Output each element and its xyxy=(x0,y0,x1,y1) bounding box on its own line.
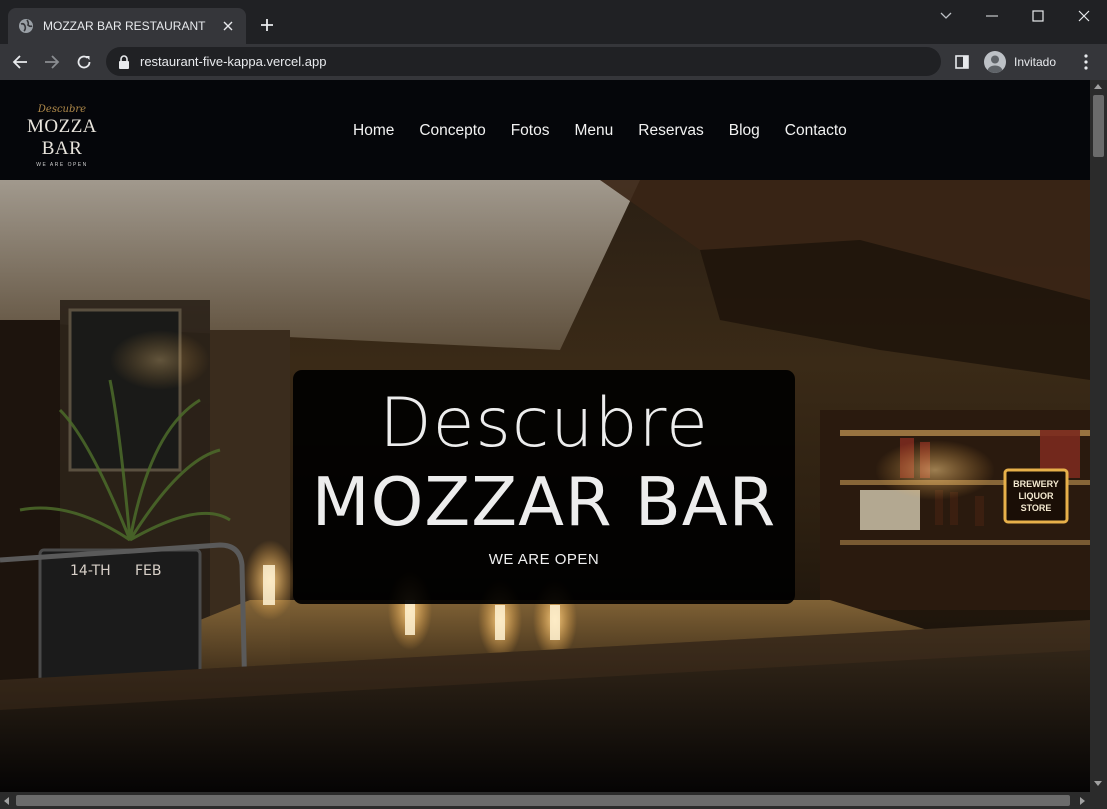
plus-icon xyxy=(261,19,273,31)
browser-tab[interactable]: MOZZAR BAR RESTAURANT xyxy=(8,8,246,44)
avatar-icon xyxy=(984,50,1006,73)
nav-fotos[interactable]: Fotos xyxy=(511,120,550,142)
reload-icon xyxy=(77,55,91,69)
nav-blog[interactable]: Blog xyxy=(729,120,760,142)
tab-title: MOZZAR BAR RESTAURANT xyxy=(43,19,206,33)
browser-menu-button[interactable] xyxy=(1076,50,1096,74)
side-panel-button[interactable] xyxy=(952,52,972,72)
sign-text-brewery: BREWERY xyxy=(1013,479,1059,489)
vertical-scroll-thumb[interactable] xyxy=(1093,95,1104,157)
profile-label: Invitado xyxy=(1014,54,1057,69)
sign-text-liquor: LIQUOR xyxy=(1019,491,1054,501)
main-nav: Home Concepto Fotos Menu Reservas Blog C… xyxy=(353,120,872,142)
globe-icon xyxy=(19,19,33,33)
nav-concepto[interactable]: Concepto xyxy=(419,120,485,142)
minimize-button[interactable] xyxy=(980,6,1004,26)
maximize-button[interactable] xyxy=(1026,6,1050,26)
nav-contacto[interactable]: Contacto xyxy=(785,120,847,142)
address-bar[interactable]: restaurant-five-kappa.vercel.app xyxy=(106,47,941,76)
nav-home[interactable]: Home xyxy=(353,120,394,142)
logo-sub-text: WE ARE OPEN xyxy=(36,162,88,168)
scroll-left-arrow-icon[interactable] xyxy=(4,797,9,805)
hero-title-line2: MOZZAR BAR xyxy=(311,463,777,541)
tab-search-button[interactable] xyxy=(934,6,958,26)
new-tab-button[interactable] xyxy=(256,14,278,36)
scroll-up-arrow-icon[interactable] xyxy=(1094,84,1102,89)
maximize-icon xyxy=(1032,10,1044,22)
arrow-right-icon xyxy=(45,55,60,69)
nav-menu[interactable]: Menu xyxy=(574,120,613,142)
chalkboard-text-month: FEB xyxy=(135,563,162,579)
hero-tagline: WE ARE OPEN xyxy=(488,551,600,568)
hero-title-line1: Descubre xyxy=(379,384,709,463)
close-icon xyxy=(1078,10,1090,22)
back-button[interactable] xyxy=(7,49,33,75)
reload-button[interactable] xyxy=(71,49,97,75)
url-text[interactable]: restaurant-five-kappa.vercel.app xyxy=(140,54,326,69)
scroll-right-arrow-icon[interactable] xyxy=(1080,797,1085,805)
close-window-button[interactable] xyxy=(1072,6,1096,26)
scrollbar-corner xyxy=(1090,792,1107,809)
more-vert-icon xyxy=(1084,54,1088,70)
site-header: Descubre MOZZA BAR WE ARE OPEN Home Conc… xyxy=(0,80,1090,180)
chalkboard-text-date: 14-TH xyxy=(70,563,111,579)
chevron-down-icon xyxy=(940,12,952,19)
browser-titlebar: MOZZAR BAR RESTAURANT xyxy=(0,0,1107,44)
hero-title-box: Descubre MOZZAR BAR WE ARE OPEN xyxy=(293,370,795,604)
scroll-down-arrow-icon[interactable] xyxy=(1094,781,1102,786)
sign-text-store: STORE xyxy=(1021,503,1052,513)
arrow-left-icon xyxy=(12,55,27,69)
browser-toolbar: restaurant-five-kappa.vercel.app Invitad… xyxy=(0,44,1107,80)
side-panel-icon xyxy=(955,55,969,69)
page-viewport: Descubre MOZZA BAR WE ARE OPEN Home Conc… xyxy=(0,80,1090,792)
close-tab-icon[interactable] xyxy=(220,18,236,34)
horizontal-scroll-thumb[interactable] xyxy=(16,795,1070,806)
site-logo[interactable]: Descubre MOZZA BAR WE ARE OPEN xyxy=(14,104,110,168)
hero-section: BREWERY LIQUOR STORE 14-TH FEB Descubre … xyxy=(0,180,1090,792)
nav-reservas[interactable]: Reservas xyxy=(638,120,703,142)
vertical-scrollbar[interactable] xyxy=(1090,80,1107,792)
logo-script-text: Descubre xyxy=(37,104,87,115)
lock-icon[interactable] xyxy=(118,54,130,69)
forward-button[interactable] xyxy=(39,49,65,75)
logo-main-text: MOZZA BAR xyxy=(26,116,98,159)
profile-button[interactable]: Invitado xyxy=(980,47,1064,76)
minimize-icon xyxy=(986,15,998,17)
